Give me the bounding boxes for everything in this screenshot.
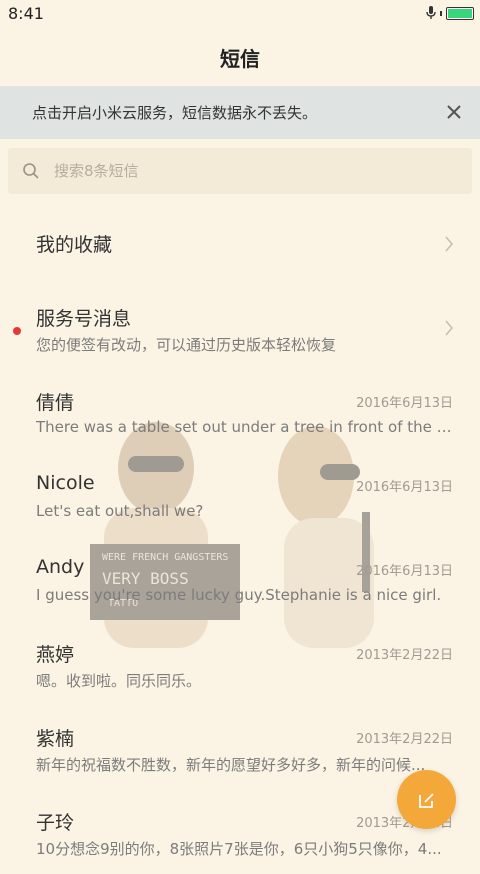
- banner-text: 点击开启小米云服务，短信数据永不丢失。: [32, 104, 318, 122]
- chevron-right-icon: [445, 320, 453, 336]
- page-title: 短信: [220, 46, 260, 71]
- conversation-row[interactable]: 燕婷 2013年2月22日 嗯。收到啦。同乐同乐。: [0, 622, 480, 706]
- conversation-list: 我的收藏 服务号消息 您的便签有改动，可以通过历史版本轻松恢复 倩倩 2016年…: [0, 202, 480, 874]
- service-title: 服务号消息: [36, 308, 132, 330]
- search-bar[interactable]: [8, 148, 472, 194]
- message-preview: There was a table set out under a tree i…: [36, 418, 452, 436]
- microphone-icon: [426, 6, 436, 19]
- message-preview: 嗯。收到啦。同乐同乐。: [36, 672, 202, 690]
- compose-button[interactable]: [397, 770, 456, 829]
- unread-dot: [13, 327, 21, 335]
- favorites-row[interactable]: 我的收藏: [0, 202, 480, 286]
- status-bar: 8:41: [0, 0, 480, 28]
- contact-name: Nicole: [36, 472, 95, 494]
- message-preview: 新年的祝福数不胜数，新年的愿望好多好多，新年的问候...: [36, 756, 426, 774]
- contact-name: 紫楠: [36, 728, 75, 750]
- message-preview: I guess you're some lucky guy.Stephanie …: [36, 586, 442, 604]
- contact-name: 倩倩: [36, 392, 75, 414]
- service-messages-row[interactable]: 服务号消息 您的便签有改动，可以通过历史版本轻松恢复: [0, 286, 480, 370]
- search-icon: [23, 163, 39, 179]
- status-icons: [426, 6, 474, 20]
- close-icon[interactable]: [442, 100, 466, 124]
- battery-level: [448, 8, 472, 18]
- battery-icon: [446, 6, 474, 20]
- message-date: 2013年2月22日: [356, 732, 453, 747]
- status-time: 8:41: [8, 4, 44, 23]
- contact-name: 子玲: [36, 812, 75, 834]
- compose-icon: [418, 792, 434, 808]
- contact-name: Andy: [36, 556, 85, 578]
- message-date: 2013年2月22日: [356, 648, 453, 663]
- service-subtitle: 您的便签有改动，可以通过历史版本轻松恢复: [36, 336, 337, 354]
- message-date: 2016年6月13日: [356, 396, 453, 411]
- conversation-row[interactable]: Nicole 2016年6月13日 Let's eat out,shall we…: [0, 454, 480, 538]
- search-input[interactable]: [52, 161, 436, 181]
- battery-cap: [440, 10, 442, 16]
- message-preview: 10分想念9别的你，8张照片7张是你，6只小狗5只像你，4...: [36, 840, 442, 858]
- favorites-title: 我的收藏: [36, 234, 113, 256]
- message-date: 2016年6月13日: [356, 480, 453, 495]
- conversation-row[interactable]: Andy 2016年6月13日 I guess you're some luck…: [0, 538, 480, 622]
- chevron-right-icon: [445, 236, 453, 252]
- message-preview: Let's eat out,shall we?: [36, 502, 204, 520]
- app-header: 短信: [0, 28, 480, 86]
- cloud-service-banner[interactable]: 点击开启小米云服务，短信数据永不丢失。: [0, 86, 480, 139]
- conversation-row[interactable]: 倩倩 2016年6月13日 There was a table set out …: [0, 370, 480, 454]
- message-date: 2016年6月13日: [356, 564, 453, 579]
- contact-name: 燕婷: [36, 644, 75, 666]
